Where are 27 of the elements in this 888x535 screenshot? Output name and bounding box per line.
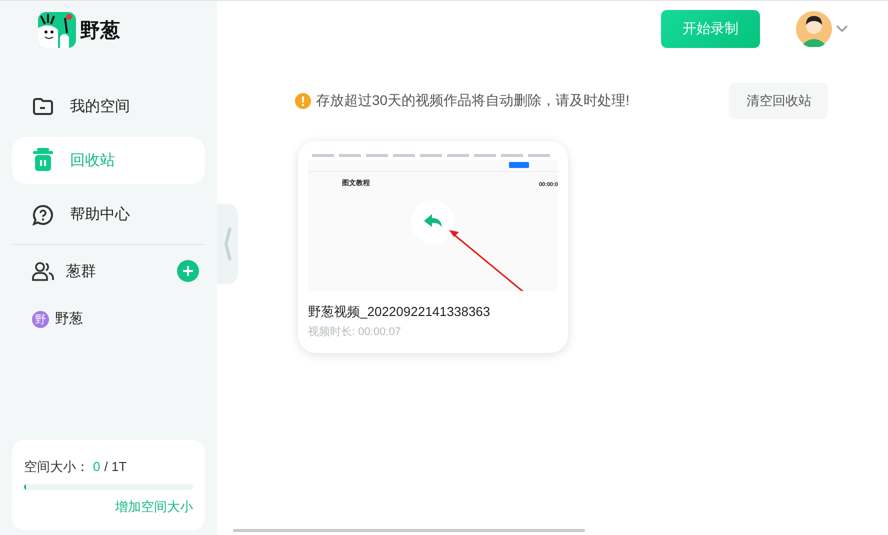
nav-item[interactable]: 我的空间 (12, 83, 205, 130)
video-title: 野葱视频_20220922141338363 (308, 303, 492, 321)
storage-total: / 1T (104, 459, 127, 474)
avatar-icon[interactable] (796, 11, 832, 47)
group-name: 野葱 (55, 310, 83, 328)
folder-icon (32, 96, 54, 116)
plus-icon (182, 265, 194, 277)
nav-item[interactable]: 帮助中心 (12, 191, 205, 238)
video-duration: 视频时长: 00:00:07 (308, 325, 402, 339)
group-item[interactable]: 野 野葱 (12, 297, 205, 341)
collapse-handle[interactable] (217, 204, 238, 284)
warning-icon (295, 93, 311, 109)
group-icon (32, 261, 54, 281)
group-avatar: 野 (32, 310, 49, 328)
trash-icon (32, 148, 54, 174)
storage-label: 空间大小： (24, 458, 89, 476)
help-icon (32, 204, 54, 226)
notice-text: 存放超过30天的视频作品将自动删除，请及时处理! (316, 92, 630, 110)
chevron-down-icon[interactable] (836, 25, 848, 33)
logo-text: 野葱 (80, 18, 120, 44)
clear-bin-button[interactable]: 清空回收站 (729, 83, 828, 119)
chevron-left-icon (224, 226, 232, 262)
storage-used: 0 (93, 459, 100, 474)
logo-icon (38, 12, 76, 48)
scrollbar[interactable] (233, 529, 585, 532)
group-label: 葱群 (66, 262, 97, 280)
add-group-button[interactable] (177, 260, 199, 282)
